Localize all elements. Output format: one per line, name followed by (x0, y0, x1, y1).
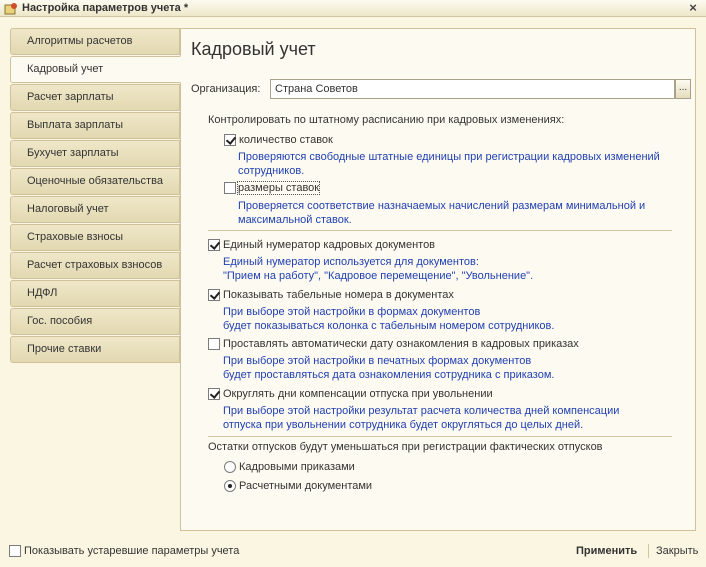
bottom-bar: Показывать устаревшие параметры учета Пр… (0, 536, 706, 567)
rate-sizes-hint: Проверяется соответствие назначаемых нач… (238, 200, 646, 212)
single-numerator-hint: "Прием на работу", "Кадровое перемещение… (223, 270, 534, 282)
apply-button[interactable]: Применить (576, 545, 637, 557)
rate-sizes-checkbox[interactable] (224, 182, 236, 194)
tab-payroll-calc[interactable]: Расчет зарплаты (10, 84, 180, 111)
radio-payroll-docs[interactable] (224, 480, 236, 492)
tab-label: Выплата зарплаты (27, 119, 124, 131)
show-old-params-checkbox[interactable] (9, 545, 21, 557)
organization-select-button[interactable]: ... (675, 79, 691, 99)
tab-insurance-calc[interactable]: Расчет страховых взносов (10, 252, 180, 279)
show-personnel-numbers-hint: будет показываться колонка с табельным н… (223, 320, 555, 332)
auto-ack-date-checkbox[interactable] (208, 338, 220, 350)
auto-ack-date-hint: будет проставляться дата ознакомления со… (223, 369, 555, 381)
round-vacation-days-hint: При выборе этой настройки результат расч… (223, 405, 620, 417)
tab-payroll-accounting[interactable]: Бухучет зарплаты (10, 140, 180, 167)
rate-sizes-label: размеры ставок (236, 181, 321, 195)
tab-label: НДФЛ (27, 287, 58, 299)
count-rates-hint: сотрудников. (238, 165, 305, 177)
tab-algorithms[interactable]: Алгоритмы расчетов (10, 28, 180, 55)
round-vacation-days-hint: отпуска при увольнении сотрудника будет … (223, 419, 584, 431)
tab-label: Бухучет зарплаты (27, 147, 119, 159)
tab-label: Страховые взносы (27, 231, 123, 243)
divider (208, 230, 672, 231)
vacation-balance-heading: Остатки отпусков будут уменьшаться при р… (208, 441, 603, 453)
show-personnel-numbers-checkbox[interactable] (208, 289, 220, 301)
tab-other-rates[interactable]: Прочие ставки (10, 336, 180, 363)
staff-control-heading: Контролировать по штатному расписанию пр… (208, 114, 565, 126)
tab-salary-payment[interactable]: Выплата зарплаты (10, 112, 180, 139)
auto-ack-date-hint: При выборе этой настройки в печатных фор… (223, 355, 532, 367)
tab-tax-accounting[interactable]: Налоговый учет (10, 196, 180, 223)
tab-label: Расчет страховых взносов (27, 259, 163, 271)
tab-label: Прочие ставки (27, 343, 102, 355)
radio-hr-orders-label: Кадровыми приказами (239, 461, 355, 473)
rate-sizes-hint: максимальной ставок. (238, 214, 352, 226)
close-button[interactable]: Закрыть (656, 545, 698, 557)
radio-payroll-docs-label: Расчетными документами (239, 480, 373, 492)
count-rates-hint: Проверяются свободные штатные единицы пр… (238, 151, 660, 163)
show-personnel-numbers-hint: При выборе этой настройки в формах докум… (223, 306, 481, 318)
single-numerator-label: Единый нумератор кадровых документов (223, 239, 436, 251)
show-old-params-label: Показывать устаревшие параметры учета (24, 545, 240, 557)
tab-list: Алгоритмы расчетов Кадровый учет Расчет … (10, 28, 181, 364)
count-rates-label: количество ставок (239, 134, 333, 146)
page-title: Кадровый учет (191, 39, 316, 59)
count-rates-checkbox[interactable] (224, 134, 236, 146)
tab-ndfl[interactable]: НДФЛ (10, 280, 180, 307)
tab-label: Гос. пособия (27, 315, 93, 327)
auto-ack-date-label: Проставлять автоматически дату ознакомле… (223, 338, 579, 350)
single-numerator-hint: Единый нумератор используется для докуме… (223, 256, 479, 268)
settings-window: Настройка параметров учета * × Алгоритмы… (0, 0, 706, 567)
tab-insurance-contributions[interactable]: Страховые взносы (10, 224, 180, 251)
tab-label: Налоговый учет (27, 203, 109, 215)
tab-label: Оценочные обязательства (27, 175, 163, 187)
divider (648, 544, 649, 558)
round-vacation-days-label: Округлять дни компенсации отпуска при ув… (223, 388, 493, 400)
show-personnel-numbers-label: Показывать табельные номера в документах (223, 289, 454, 301)
tab-estimated-liabilities[interactable]: Оценочные обязательства (10, 168, 180, 195)
organization-field[interactable]: Страна Советов (270, 79, 675, 99)
tab-label: Алгоритмы расчетов (27, 35, 133, 47)
round-vacation-days-checkbox[interactable] (208, 388, 220, 400)
radio-hr-orders[interactable] (224, 461, 236, 473)
title-bar: Настройка параметров учета * × (0, 0, 706, 17)
tab-label: Кадровый учет (27, 63, 104, 75)
organization-label: Организация: (191, 83, 261, 95)
tab-label: Расчет зарплаты (27, 91, 114, 103)
close-icon[interactable]: × (686, 0, 700, 16)
tab-state-benefits[interactable]: Гос. пособия (10, 308, 180, 335)
single-numerator-checkbox[interactable] (208, 239, 220, 251)
app-icon (4, 3, 17, 15)
tab-hr-accounting[interactable]: Кадровый учет (10, 56, 181, 83)
settings-panel: Кадровый учет Организация: Страна Совето… (180, 28, 696, 531)
divider (208, 436, 672, 437)
window-title: Настройка параметров учета * (22, 2, 189, 14)
